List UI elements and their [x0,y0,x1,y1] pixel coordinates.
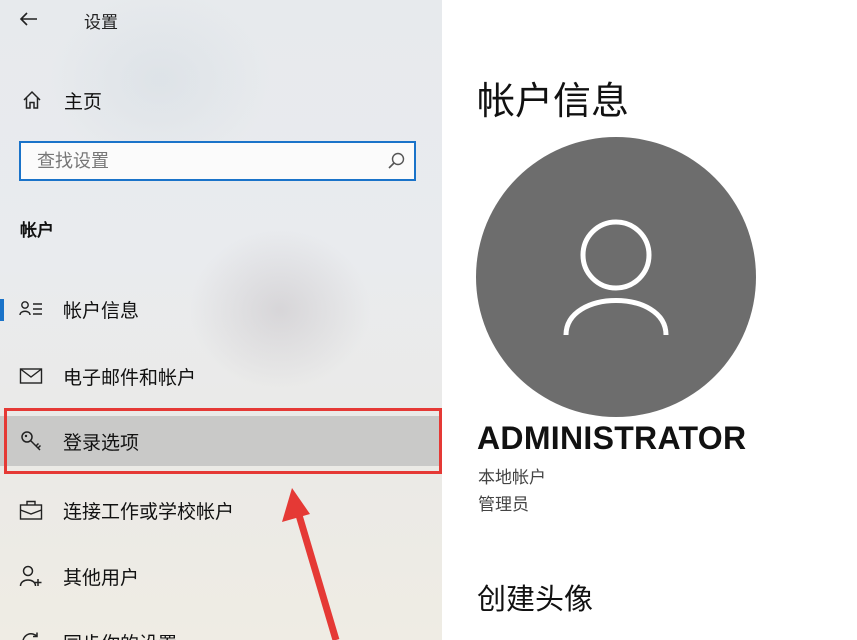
sidebar-item-label: 帐户信息 [63,299,140,322]
home-icon [20,88,44,112]
sidebar-item-work-school[interactable]: 连接工作或学校帐户 [0,485,442,535]
sidebar-item-email-accounts[interactable]: 电子邮件和帐户 [0,351,442,401]
user-role: 管理员 [478,495,529,515]
create-avatar-title: 创建头像 [477,582,594,616]
key-icon [18,428,44,454]
search-box[interactable] [19,141,416,181]
sync-icon [18,629,44,640]
sidebar-item-label: 电子邮件和帐户 [63,366,197,389]
user-name: ADMINISTRATOR [477,420,747,456]
avatar [476,137,756,417]
sidebar-item-sync-settings[interactable]: 同步你的设置 [0,617,442,640]
account-type: 本地帐户 [478,468,546,488]
sidebar-item-home[interactable]: 主页 [0,80,442,120]
back-arrow-icon [19,12,37,26]
sidebar-item-label: 同步你的设置 [63,629,177,640]
sidebar-item-sign-in-options[interactable]: 登录选项 [0,416,442,466]
sidebar-item-label: 其他用户 [63,566,140,589]
sidebar-item-other-users[interactable]: 其他用户 [0,551,442,601]
sidebar-item-account-info[interactable]: 帐户信息 [0,284,442,334]
mail-icon [18,363,44,389]
sidebar: 设置 主页 帐户 帐户信息 [0,0,442,640]
briefcase-icon [18,497,44,523]
page-title: 帐户信息 [477,79,630,123]
app-title: 设置 [84,13,118,33]
sidebar-item-label: 连接工作或学校帐户 [63,500,235,523]
sidebar-item-label: 主页 [64,90,103,113]
search-input[interactable] [21,143,371,179]
search-icon[interactable] [386,151,406,171]
section-title: 帐户 [20,221,54,241]
user-silhouette-icon [563,219,669,336]
add-user-icon [18,563,44,589]
main-content: 帐户信息 ADMINISTRATOR 本地帐户 管理员 创建头像 [442,0,857,640]
account-info-icon [18,296,44,322]
sidebar-item-label: 登录选项 [63,431,140,454]
back-button[interactable] [14,6,44,32]
